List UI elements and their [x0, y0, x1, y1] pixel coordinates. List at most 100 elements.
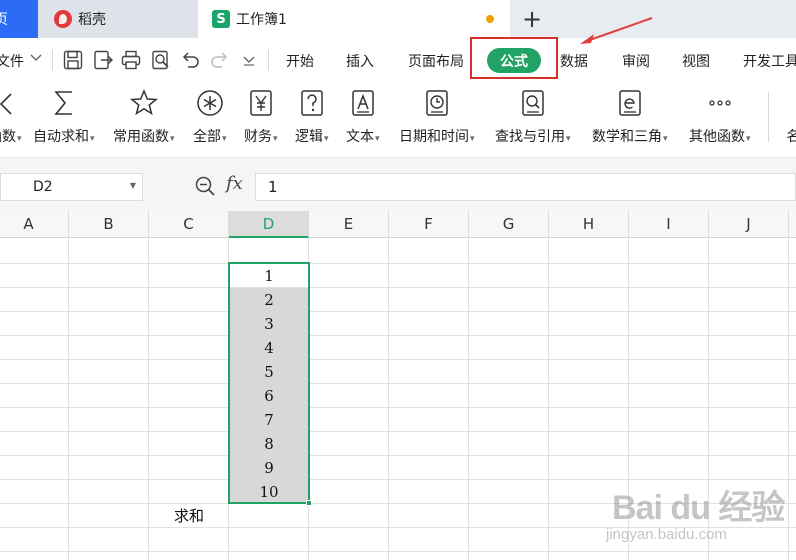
- tab-bar: 页 稻壳 S 工作簿1 +: [0, 0, 796, 38]
- other-functions-button[interactable]: 其他函数: [689, 88, 751, 152]
- formula-ribbon: 函数 自动求和 常用函数 全部 财务 逻辑 文本: [0, 82, 796, 158]
- magnifier-icon: [519, 88, 547, 118]
- grid-row-line: [0, 263, 796, 264]
- annotation-highlight-box: [470, 37, 558, 79]
- cell-c12-sum-label[interactable]: 求和: [149, 504, 229, 528]
- math-trig-button[interactable]: 数学和三角: [592, 88, 668, 152]
- zoom-icon[interactable]: [194, 175, 216, 197]
- column-header-b[interactable]: B: [69, 211, 149, 238]
- formula-input[interactable]: 1: [255, 173, 796, 201]
- print-preview-icon[interactable]: [150, 49, 172, 71]
- column-header-g[interactable]: G: [469, 211, 549, 238]
- fill-handle[interactable]: [306, 500, 312, 506]
- undo-icon[interactable]: [179, 49, 201, 71]
- name-box-value: D2: [33, 179, 53, 195]
- divider: [268, 50, 269, 70]
- baidu-jingyan-watermark: Bai du 经验 jingyan.baidu.com: [606, 478, 796, 560]
- financial-label: 财务: [244, 126, 278, 146]
- name-icon: [780, 88, 796, 118]
- tab-home[interactable]: 页: [0, 0, 38, 38]
- fx-icon[interactable]: fx: [226, 173, 243, 194]
- column-header-e[interactable]: E: [309, 211, 389, 238]
- grid-row-line: [0, 287, 796, 288]
- grid-row-line: [0, 407, 796, 408]
- grid-row-line: [0, 383, 796, 384]
- menu-developer[interactable]: 开发工具: [743, 51, 796, 71]
- insert-function-button[interactable]: 函数: [0, 88, 22, 152]
- column-header-f[interactable]: F: [389, 211, 469, 238]
- unsaved-dot-icon: [486, 15, 494, 23]
- redo-icon[interactable]: [209, 49, 231, 71]
- star-icon: [129, 88, 158, 118]
- menu-data[interactable]: 数据: [560, 51, 588, 71]
- menu-view[interactable]: 视图: [682, 51, 710, 71]
- common-functions-button[interactable]: 常用函数: [113, 88, 175, 152]
- menu-bar: 文件 开始 插入 页面布局 公式 数据 审阅 视图 开发工具: [0, 38, 796, 82]
- spreadsheet-icon: S: [212, 10, 230, 28]
- menu-file[interactable]: 文件: [0, 51, 24, 71]
- formula-bar: D2 ▼ fx 1: [0, 158, 796, 211]
- menu-page-layout[interactable]: 页面布局: [408, 51, 464, 71]
- grid-row-line: [0, 431, 796, 432]
- new-tab-button[interactable]: +: [518, 0, 546, 38]
- column-header-i[interactable]: I: [629, 211, 709, 238]
- print-icon[interactable]: [120, 49, 142, 71]
- watermark-subtitle: jingyan.baidu.com: [606, 526, 727, 543]
- all-functions-button[interactable]: 全部: [193, 88, 227, 152]
- menu-insert[interactable]: 插入: [346, 51, 374, 71]
- name-box-dropdown-icon[interactable]: ▼: [130, 181, 136, 190]
- watermark-title: Bai du 经验: [612, 489, 785, 527]
- grid-row-line: [0, 359, 796, 360]
- asterisk-circle-icon: [196, 88, 224, 118]
- column-header-j[interactable]: J: [709, 211, 789, 238]
- date-time-label: 日期和时间: [399, 126, 475, 146]
- logical-label: 逻辑: [295, 126, 329, 146]
- menu-review[interactable]: 审阅: [622, 51, 650, 71]
- menu-start[interactable]: 开始: [286, 51, 314, 71]
- selection-border: [228, 262, 310, 504]
- text-functions-button[interactable]: 文本: [346, 88, 380, 152]
- customize-dropdown-icon[interactable]: [243, 54, 255, 66]
- name-manager-button[interactable]: 名: [780, 88, 796, 152]
- common-functions-label: 常用函数: [113, 126, 175, 146]
- math-e-icon: [616, 88, 644, 118]
- tab-daoke-label: 稻壳: [78, 12, 106, 28]
- logical-button[interactable]: 逻辑: [295, 88, 329, 152]
- column-header-h[interactable]: H: [549, 211, 629, 238]
- autosum-label: 自动求和: [33, 126, 95, 146]
- name-manager-label: 名: [786, 129, 796, 145]
- text-a-icon: [349, 88, 377, 118]
- column-header-row: A B C D E F G H I J: [0, 211, 796, 238]
- text-functions-label: 文本: [346, 126, 380, 146]
- save-icon[interactable]: [62, 49, 84, 71]
- export-icon[interactable]: [92, 49, 114, 71]
- lookup-reference-button[interactable]: 查找与引用: [495, 88, 571, 152]
- formula-input-value: 1: [268, 178, 278, 196]
- grid-row-line: [0, 335, 796, 336]
- tab-home-label: 页: [0, 12, 8, 28]
- tab-workbook[interactable]: S 工作簿1: [198, 0, 510, 38]
- math-trig-label: 数学和三角: [592, 126, 668, 146]
- date-time-button[interactable]: 日期和时间: [399, 88, 475, 152]
- insert-function-label: 函数: [0, 126, 22, 146]
- more-icon: [706, 88, 734, 118]
- question-icon: [298, 88, 326, 118]
- chevron-down-icon[interactable]: [30, 51, 42, 63]
- annotation-arrow-icon: [580, 17, 653, 44]
- yen-icon: [247, 88, 275, 118]
- all-functions-label: 全部: [193, 126, 227, 146]
- daoke-logo-icon: [54, 10, 72, 28]
- grid-row-line: [0, 311, 796, 312]
- column-header-d[interactable]: D: [229, 211, 309, 238]
- divider: [768, 92, 769, 142]
- tab-workbook-label: 工作簿1: [236, 12, 287, 28]
- sigma-icon: [50, 88, 78, 118]
- insert-function-icon: [0, 88, 19, 118]
- column-header-a[interactable]: A: [0, 211, 69, 238]
- autosum-button[interactable]: 自动求和: [33, 88, 95, 152]
- name-box[interactable]: D2 ▼: [0, 173, 143, 201]
- tab-daoke[interactable]: 稻壳: [38, 0, 198, 38]
- grid-row-line: [0, 455, 796, 456]
- column-header-c[interactable]: C: [149, 211, 229, 238]
- financial-button[interactable]: 财务: [244, 88, 278, 152]
